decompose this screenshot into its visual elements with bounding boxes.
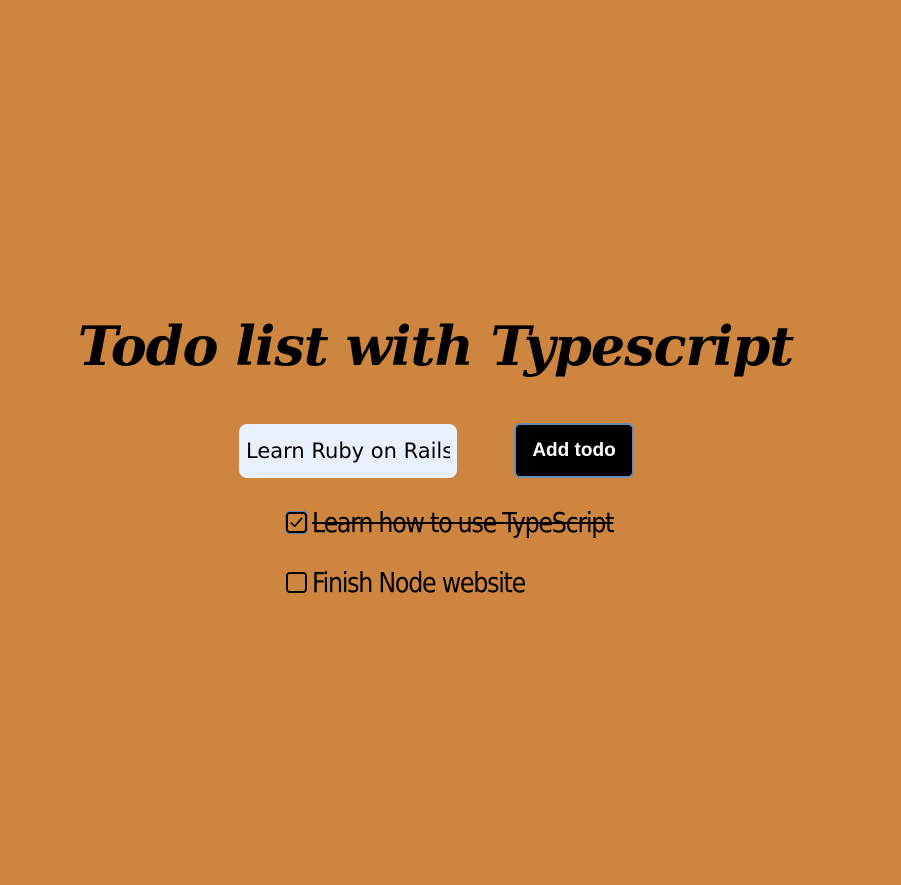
todo-item: Finish Node website [286,560,666,604]
checkmark-icon [290,516,303,527]
todo-list: Learn how to use TypeScript Finish Node … [286,500,666,620]
todo-text: Finish Node website [312,565,526,599]
todo-checkbox[interactable] [286,511,307,533]
todo-checkbox[interactable] [286,571,307,593]
add-todo-button[interactable]: Add todo [514,423,634,478]
todo-input[interactable] [239,424,457,478]
todo-text: Learn how to use TypeScript [312,505,614,539]
todo-item: Learn how to use TypeScript [286,500,666,544]
page-title: Todo list with Typescript [77,314,794,378]
